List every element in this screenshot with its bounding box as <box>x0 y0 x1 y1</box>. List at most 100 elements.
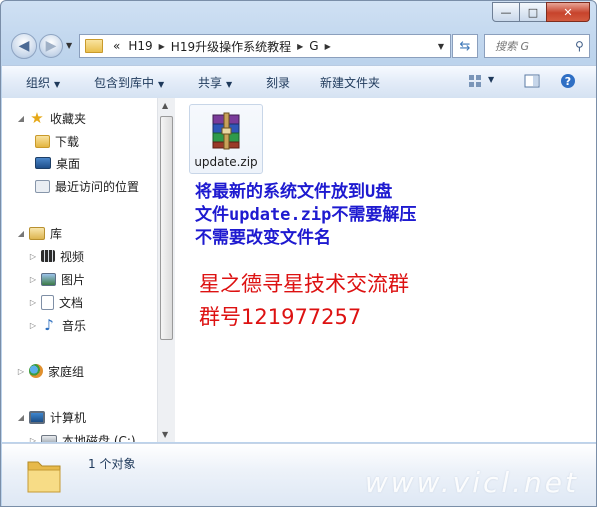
expand-arrow-icon[interactable]: ▷ <box>28 298 38 307</box>
command-bar: 组织 ▼ 包含到库中 ▼ 共享 ▼ 刻录 新建文件夹 ▼ ? <box>2 65 596 99</box>
sidebar-item-favorites[interactable]: ◢ ★ 收藏夹 <box>16 108 86 128</box>
pictures-icon <box>41 272 56 286</box>
share-button[interactable]: 共享 ▼ <box>198 74 232 91</box>
instruction-line: 文件update.zip不需要解压 <box>195 205 417 225</box>
sidebar-item-label: 计算机 <box>50 410 87 425</box>
hard-drive-icon <box>41 435 57 442</box>
back-arrow-icon: ◀ <box>18 38 30 54</box>
sidebar-item-label: 下载 <box>55 134 80 149</box>
search-input[interactable] <box>493 38 575 54</box>
collapse-arrow-icon[interactable]: ◢ <box>16 114 26 123</box>
file-item-update-zip[interactable]: update.zip <box>189 104 263 174</box>
dropdown-arrow-icon: ▼ <box>54 80 61 89</box>
video-icon <box>41 250 55 262</box>
documents-icon <box>41 294 54 310</box>
expand-arrow-icon[interactable]: ▷ <box>28 275 38 284</box>
refresh-icon: ⇆ <box>459 38 471 54</box>
burn-button[interactable]: 刻录 <box>266 74 290 91</box>
address-dropdown-icon[interactable]: ▼ <box>432 42 450 51</box>
new-folder-button[interactable]: 新建文件夹 <box>320 74 380 91</box>
breadcrumb-tutorial[interactable]: H19升级操作系统教程 <box>171 38 291 55</box>
folder-icon <box>85 39 103 53</box>
sidebar-item-local-disk-c[interactable]: ▷ 本地磁盘 (C:) <box>28 430 136 442</box>
address-bar[interactable]: « H19 ▶ H19升级操作系统教程 ▶ G ▶ ▼ <box>79 34 451 58</box>
expand-arrow-icon[interactable]: ▷ <box>28 436 38 443</box>
library-icon <box>29 226 45 240</box>
sidebar-item-label: 本地磁盘 (C:) <box>62 433 136 443</box>
sidebar-item-label: 音乐 <box>62 318 87 333</box>
collapse-arrow-icon[interactable]: ◢ <box>16 413 26 422</box>
sidebar-item-music[interactable]: ▷ ♪ 音乐 <box>28 315 86 335</box>
sidebar-item-label: 文档 <box>59 295 84 310</box>
sidebar-item-label: 收藏夹 <box>50 111 87 126</box>
caption-buttons: — □ ✕ <box>492 2 590 22</box>
scroll-down-icon[interactable]: ▼ <box>162 430 168 439</box>
sidebar-item-computer[interactable]: ◢ 计算机 <box>16 407 86 427</box>
collapse-arrow-icon[interactable]: ◢ <box>16 229 26 238</box>
breadcrumb-h19[interactable]: H19 <box>128 39 152 53</box>
sidebar-item-videos[interactable]: ▷ 视频 <box>28 246 84 266</box>
details-pane: 1 个对象 www.vicl.net <box>2 443 596 506</box>
view-dropdown-icon[interactable]: ▼ <box>488 75 494 84</box>
refresh-button[interactable]: ⇆ <box>452 34 478 58</box>
sidebar-item-homegroup[interactable]: ▷ 家庭组 <box>16 361 84 381</box>
chevron-right-icon[interactable]: ▶ <box>325 42 331 51</box>
downloads-folder-icon <box>35 134 50 148</box>
minimize-button[interactable]: — <box>492 2 520 22</box>
breadcrumb-g[interactable]: G <box>309 39 318 53</box>
forward-arrow-icon: ▶ <box>45 38 57 54</box>
include-in-library-label: 包含到库中 <box>94 76 155 90</box>
sidebar-item-recent-places[interactable]: 最近访问的位置 <box>32 176 139 196</box>
preview-pane-icon[interactable] <box>524 73 540 89</box>
recent-places-icon <box>35 179 50 193</box>
computer-icon <box>29 410 45 424</box>
sidebar-item-label: 家庭组 <box>48 364 85 379</box>
search-box[interactable]: ⚲ <box>484 34 590 58</box>
folder-icon <box>27 461 61 493</box>
homegroup-icon <box>29 364 43 378</box>
sidebar-item-libraries[interactable]: ◢ 库 <box>16 223 62 243</box>
expand-arrow-icon[interactable]: ▷ <box>28 252 38 261</box>
file-list: update.zip 将最新的系统文件放到U盘 文件update.zip不需要解… <box>175 98 596 442</box>
sidebar-item-label: 视频 <box>60 249 85 264</box>
close-button[interactable]: ✕ <box>546 2 590 22</box>
winrar-archive-icon <box>212 112 240 150</box>
chevron-right-icon[interactable]: ▶ <box>159 42 165 51</box>
desktop-icon <box>35 157 51 169</box>
organize-label: 组织 <box>26 76 51 90</box>
include-in-library-button[interactable]: 包含到库中 ▼ <box>94 74 164 91</box>
sidebar-item-label: 桌面 <box>56 156 81 171</box>
watermark: www.vicl.net <box>364 466 579 499</box>
sidebar-item-label: 图片 <box>61 272 86 287</box>
scroll-up-icon[interactable]: ▲ <box>162 101 168 110</box>
file-name: update.zip <box>194 155 258 169</box>
scrollbar-thumb[interactable] <box>160 116 173 340</box>
item-count: 1 个对象 <box>88 457 136 471</box>
help-icon[interactable]: ? <box>560 73 576 89</box>
sidebar-item-downloads[interactable]: 下载 <box>32 131 79 151</box>
recent-pages-dropdown[interactable]: ▼ <box>66 41 72 50</box>
explorer-window: — □ ✕ ◀ ▶ ▼ « H19 ▶ H19升级操作系统教程 ▶ G ▶ ▼ … <box>0 0 597 507</box>
expand-arrow-icon[interactable]: ▷ <box>16 367 26 376</box>
forward-button[interactable]: ▶ <box>39 34 63 58</box>
sidebar-item-desktop[interactable]: 桌面 <box>32 153 80 173</box>
instruction-line: 将最新的系统文件放到U盘 <box>195 182 393 202</box>
navigation-scrollbar[interactable]: ▲ ▼ <box>157 98 175 442</box>
group-number: 群号121977257 <box>199 305 362 329</box>
share-label: 共享 <box>198 76 223 90</box>
maximize-button[interactable]: □ <box>519 2 547 22</box>
expand-arrow-icon[interactable]: ▷ <box>28 321 38 330</box>
group-name: 星之德寻星技术交流群 <box>199 272 409 296</box>
breadcrumb-overflow[interactable]: « <box>113 39 120 53</box>
chevron-right-icon[interactable]: ▶ <box>297 42 303 51</box>
search-icon[interactable]: ⚲ <box>575 39 584 53</box>
sidebar-item-label: 库 <box>50 226 63 241</box>
group-note: 星之德寻星技术交流群 群号121977257 <box>199 268 409 334</box>
back-button[interactable]: ◀ <box>11 33 37 59</box>
sidebar-item-documents[interactable]: ▷ 文档 <box>28 292 83 312</box>
instruction-line: 不需要改变文件名 <box>195 228 331 248</box>
view-options-icon[interactable] <box>468 73 484 89</box>
sidebar-item-pictures[interactable]: ▷ 图片 <box>28 269 85 289</box>
organize-button[interactable]: 组织 ▼ <box>26 74 60 91</box>
address-row: ◀ ▶ ▼ « H19 ▶ H19升级操作系统教程 ▶ G ▶ ▼ ⇆ ⚲ <box>1 33 596 61</box>
